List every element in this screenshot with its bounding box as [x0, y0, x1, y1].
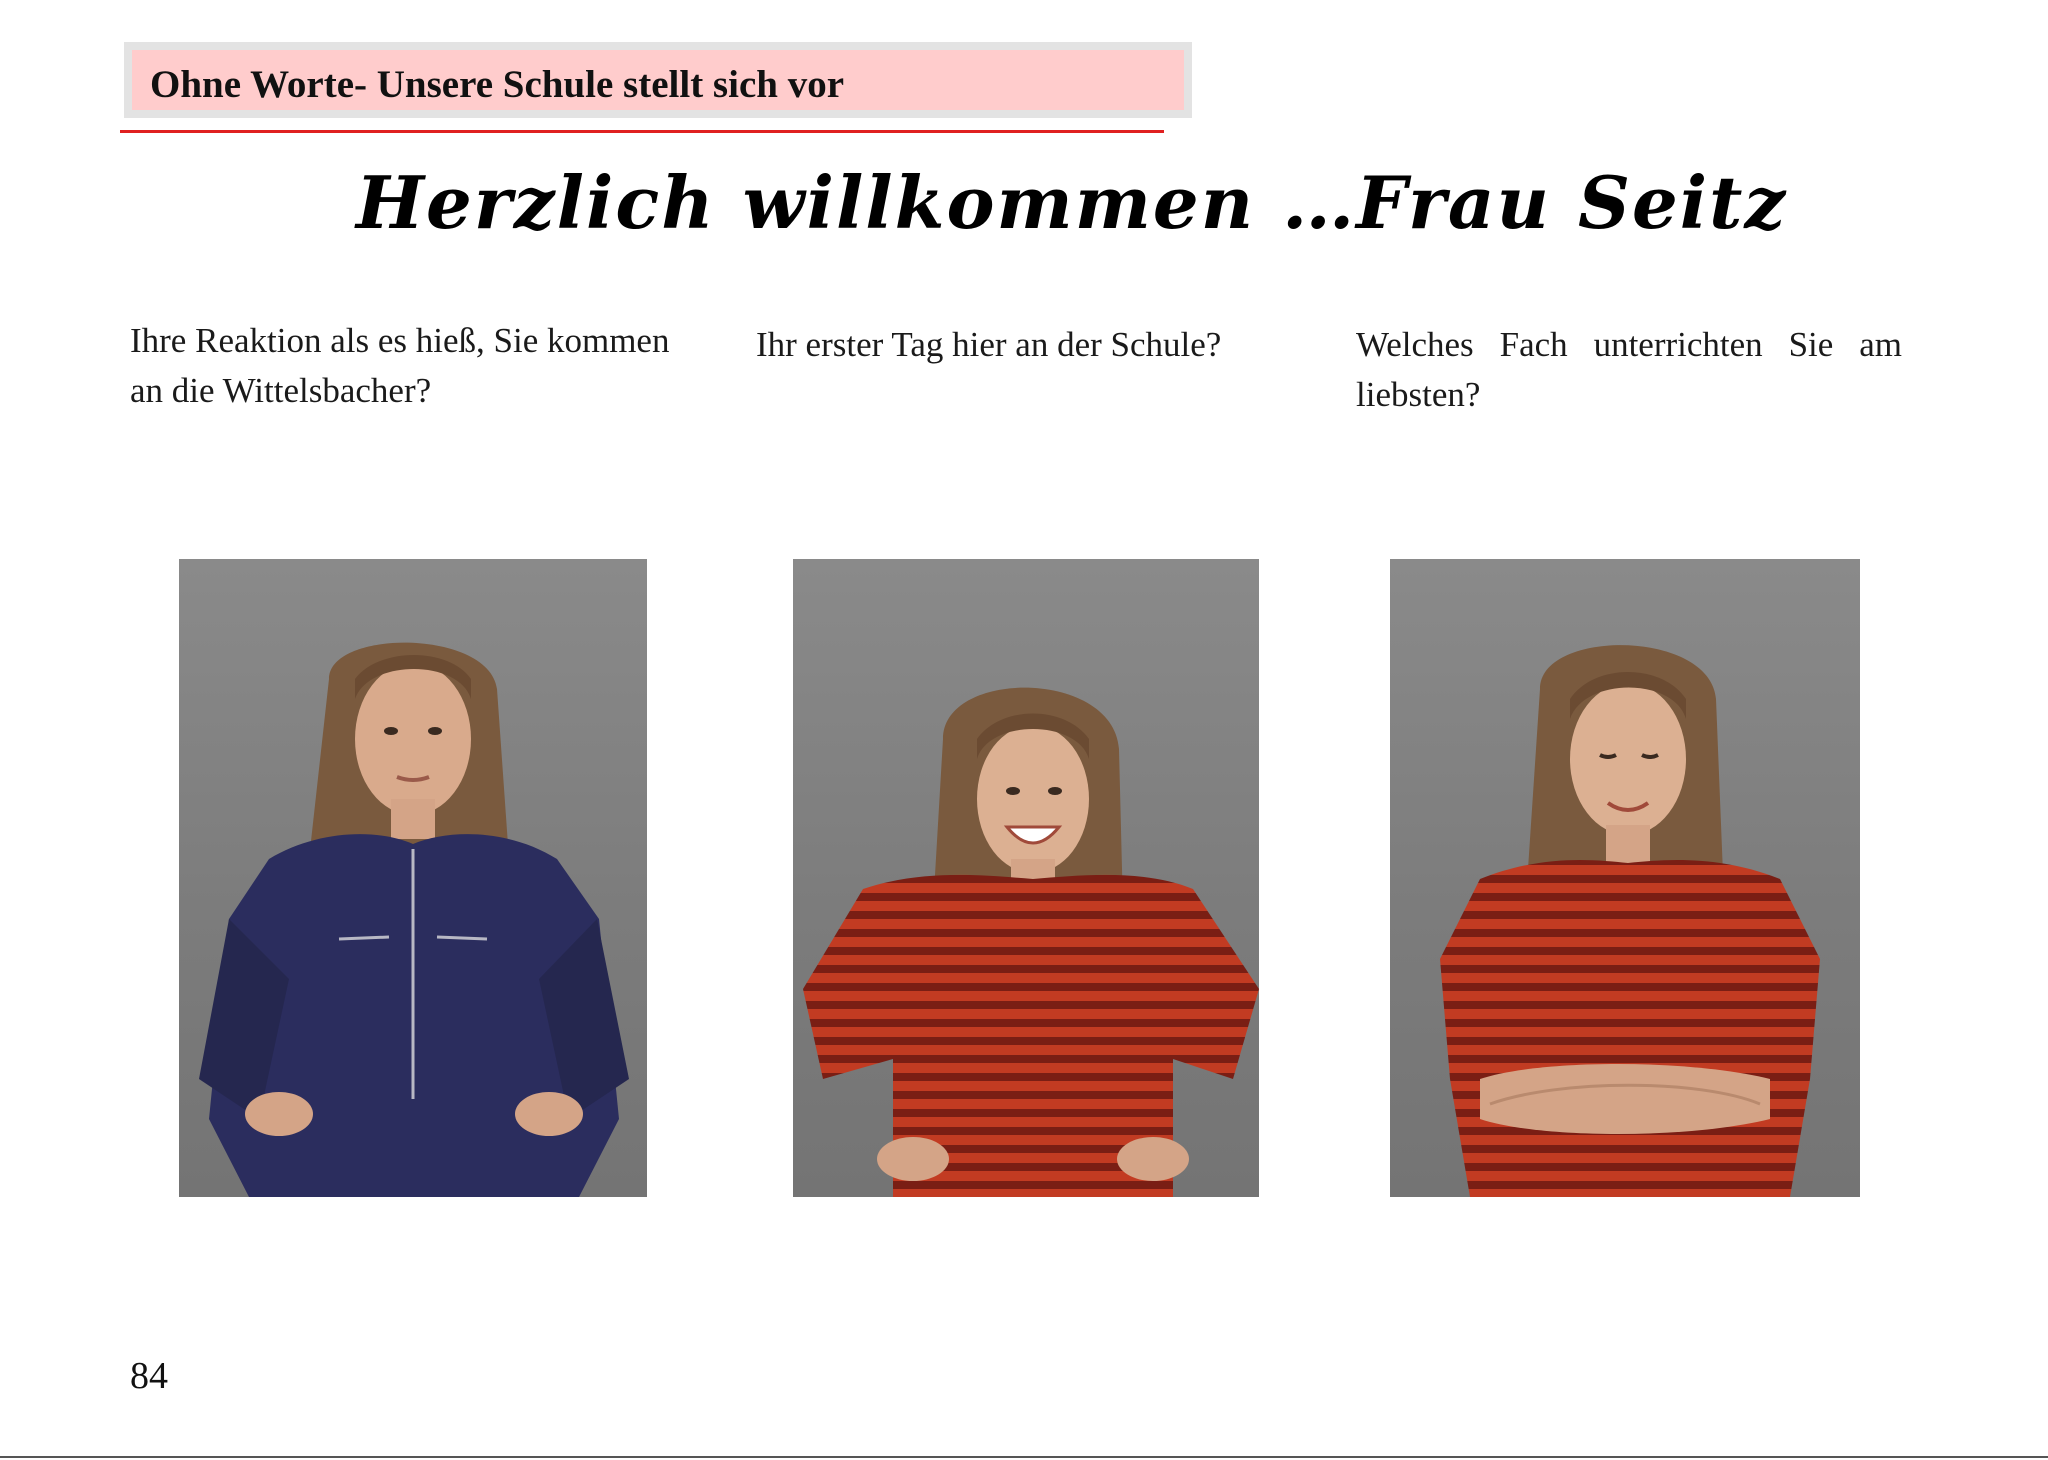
question-3: Welches Fach unterrichten Sie am liebste… — [1356, 325, 1902, 414]
welcome-heading: Herzlich willkommen …Frau Seitz — [356, 160, 1788, 245]
section-title: Ohne Worte- Unsere Schule stellt sich vo… — [150, 63, 845, 106]
photo-reaction — [179, 559, 647, 1197]
photo-first-day — [793, 559, 1259, 1197]
question-2: Ihr erster Tag hier an der Schule? — [756, 325, 1222, 364]
footer-rule — [0, 1456, 2048, 1458]
portrait-red-arms-crossed — [1440, 645, 1820, 1197]
section-header-fill: Ohne Worte- Unsere Schule stellt sich vo… — [132, 50, 1184, 110]
question-1: Ihre Reaktion als es hieß, Sie kommen an… — [130, 321, 670, 410]
section-header: Ohne Worte- Unsere Schule stellt sich vo… — [124, 42, 1192, 118]
portrait-red-smile — [803, 687, 1259, 1197]
header-underline — [120, 130, 1164, 133]
photo-favorite-subject — [1390, 559, 1860, 1197]
page-number: 84 — [130, 1355, 168, 1397]
portrait-blue-outfit — [199, 642, 629, 1197]
